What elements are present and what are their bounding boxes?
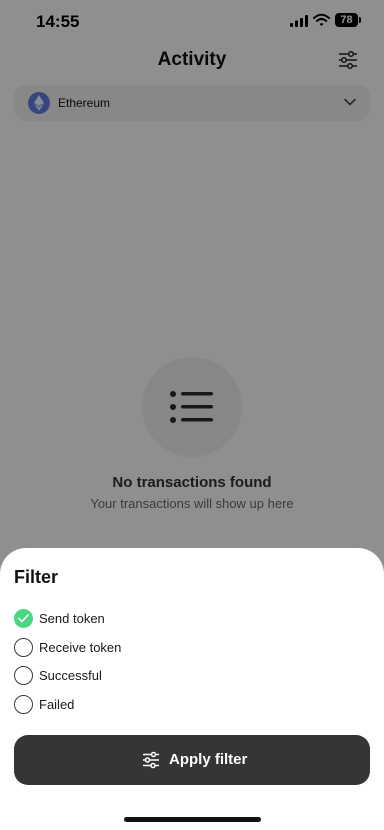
checkbox-checked[interactable] (14, 609, 33, 628)
sliders-icon (143, 751, 159, 769)
sheet-title: Filter (14, 567, 59, 587)
option-label: Failed (39, 697, 75, 712)
apply-filter-label: Apply filter (169, 751, 248, 768)
apply-filter-button[interactable]: Apply filter (14, 735, 370, 785)
filter-option-receive-token[interactable]: Receive token (14, 638, 214, 658)
home-indicator (124, 817, 261, 822)
checkmark-icon (18, 614, 29, 623)
option-label: Send token (39, 611, 105, 626)
filter-option-successful[interactable]: Successful (14, 666, 214, 686)
filter-option-send-token[interactable]: Send token (14, 609, 214, 629)
filter-bottom-sheet: Filter Send token Receive token Successf… (0, 548, 384, 830)
option-label: Successful (39, 668, 102, 683)
checkbox[interactable] (14, 638, 33, 657)
filter-option-failed[interactable]: Failed (14, 695, 214, 715)
checkbox[interactable] (14, 666, 33, 685)
option-label: Receive token (39, 640, 122, 655)
checkbox[interactable] (14, 695, 33, 714)
